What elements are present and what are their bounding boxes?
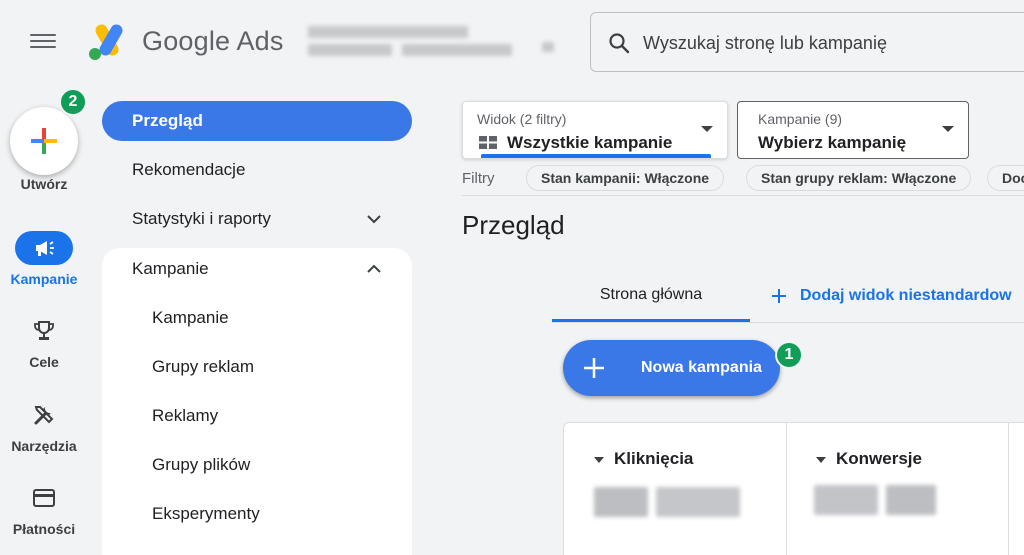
rail-label: Narzędzia (11, 438, 77, 454)
campaign-select-value: Wybierz kampanię (758, 133, 907, 152)
nav-item-label: Kampanie (152, 308, 229, 327)
metric-conversions-title[interactable]: Konwersje (816, 449, 922, 469)
nav-subitem-ads[interactable]: Reklamy (102, 396, 412, 436)
plus-icon (31, 128, 57, 154)
rail-label: Płatności (12, 521, 76, 537)
rail-item-billing[interactable]: Płatności (0, 481, 88, 537)
plus-icon (772, 289, 786, 303)
nav-item-label: Grupy reklam (152, 357, 255, 376)
metric-divider (1008, 423, 1009, 555)
metric-label: Konwersje (836, 449, 922, 468)
main-menu-button[interactable] (30, 30, 56, 52)
tabs-divider (552, 322, 1024, 323)
nav-item-label: Rekomendacje (132, 160, 246, 179)
create-label: Utwórz (20, 176, 68, 192)
metric-value-blurred (594, 487, 648, 517)
nav-item-label: Przegląd (132, 111, 203, 130)
trophy-icon (34, 321, 54, 340)
metric-value-blurred (656, 487, 740, 517)
chevron-up-icon (367, 264, 381, 273)
rail-item-campaigns[interactable]: Kampanie (0, 231, 88, 287)
campaign-select[interactable]: Kampanie (9) Wybierz kampanię (737, 101, 969, 159)
nav-subitem-asset-groups[interactable]: Grupy plików (102, 445, 412, 485)
metric-conversions: Konwersje (786, 423, 1008, 555)
nav-item-label: Kampanie (132, 259, 209, 278)
brand-name: Google Ads (142, 26, 284, 56)
tab-add-custom-view[interactable]: Dodaj widok niestandardow (770, 270, 1012, 322)
tab-home-label: Strona główna (599, 285, 703, 303)
nav-item-label: Eksperymenty (152, 504, 260, 523)
google-ads-logo-icon (89, 24, 123, 60)
create-button[interactable] (10, 107, 78, 175)
nav-item-recommendations[interactable]: Rekomendacje (102, 150, 412, 190)
nav-item-campaigns-group[interactable]: Kampanie (102, 249, 412, 289)
search-input[interactable] (643, 29, 1003, 57)
rail-label: Cele (29, 354, 59, 370)
metric-value-blurred (814, 485, 878, 515)
campaign-select-caption: Kampanie (9) (758, 111, 843, 127)
dropdown-arrow-icon (594, 456, 604, 463)
dropdown-arrow-icon (942, 126, 954, 132)
page-title: Przegląd (462, 210, 565, 240)
megaphone-icon (36, 241, 54, 256)
nav-subitem-campaigns[interactable]: Kampanie (102, 298, 412, 338)
tools-icon (34, 406, 54, 425)
rail-label: Kampanie (10, 271, 78, 287)
rail-item-tools[interactable]: Narzędzia (0, 398, 88, 454)
metric-clicks: Kliknięcia (564, 423, 786, 555)
new-campaign-label: Nowa kampania (641, 359, 762, 376)
metrics-card: Kliknięcia Konwersje (563, 422, 1024, 555)
step-badge-1: 1 (775, 341, 803, 369)
tab-add-label: Dodaj widok niestandardow (800, 287, 1012, 304)
new-campaign-button[interactable]: Nowa kampania (563, 340, 780, 396)
metric-clicks-title[interactable]: Kliknięcia (594, 449, 693, 469)
filters-label: Filtry (462, 170, 495, 187)
filter-chip-truncated[interactable]: Doc (987, 165, 1024, 191)
search-icon (609, 33, 630, 54)
view-select-underline (481, 154, 711, 158)
nav-item-overview[interactable]: Przegląd (102, 101, 412, 141)
nav-item-insights-reports[interactable]: Statystyki i raporty (102, 199, 412, 239)
dropdown-arrow-icon (816, 456, 826, 463)
plus-icon (584, 358, 604, 378)
divider (462, 195, 1024, 196)
metric-value-blurred (886, 485, 936, 515)
dropdown-arrow-icon (701, 126, 713, 132)
filter-chip-campaign-status[interactable]: Stan kampanii: Włączone (526, 165, 725, 191)
nav-subitem-ad-groups[interactable]: Grupy reklam (102, 347, 412, 387)
filter-chip-ad-group-status[interactable]: Stan grupy reklam: Włączone (746, 165, 972, 191)
account-info-blurred (308, 22, 556, 62)
view-select-value: Wszystkie kampanie (507, 133, 673, 152)
view-select[interactable]: Widok (2 filtry) Wszystkie kampanie (462, 101, 728, 159)
chevron-down-icon (367, 215, 381, 224)
search-box[interactable] (590, 12, 1024, 72)
rail-item-goals[interactable]: Cele (0, 314, 88, 370)
metric-label: Kliknięcia (614, 449, 694, 468)
step-badge-2: 2 (59, 88, 87, 116)
view-select-caption: Widok (2 filtry) (477, 111, 567, 127)
credit-card-icon (33, 489, 55, 507)
grid-view-icon (479, 136, 497, 149)
nav-subitem-experiments[interactable]: Eksperymenty (102, 494, 412, 534)
tab-home[interactable]: Strona główna (552, 270, 750, 322)
nav-item-label: Reklamy (152, 406, 219, 425)
nav-item-label: Grupy plików (152, 455, 251, 474)
nav-item-label: Statystyki i raporty (132, 209, 271, 228)
